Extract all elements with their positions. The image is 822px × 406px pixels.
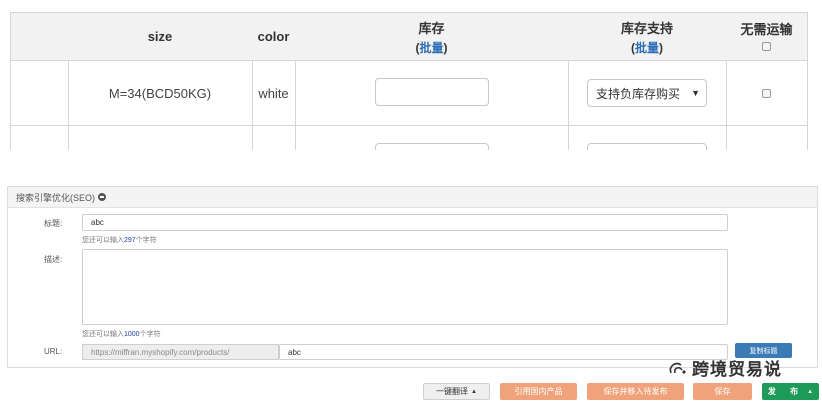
- save-button[interactable]: 保存: [693, 383, 752, 400]
- header-stock: 库存 (批量): [295, 12, 568, 61]
- row-color: [252, 125, 296, 150]
- seo-header[interactable]: 搜索引擎优化(SEO): [8, 187, 817, 208]
- row-empty-cell: [11, 60, 69, 126]
- row-stock-cell: [295, 60, 569, 126]
- desc-hint: 您还可以输入1000个字符: [82, 329, 161, 339]
- header-stock-label: 库存: [418, 20, 445, 36]
- header-color: color: [252, 12, 295, 61]
- url-handle-value: abc: [288, 347, 301, 357]
- seo-title-value: abc: [91, 218, 104, 227]
- header-stock-support-label: 库存支持: [620, 20, 673, 36]
- publish-label: 发 布: [767, 387, 805, 396]
- watermark-text: 跨境贸易说: [692, 360, 782, 379]
- title-hint-count: 297: [124, 237, 136, 244]
- title-hint-prefix: 您还可以输入: [82, 237, 124, 244]
- row-support-cell: [568, 125, 727, 150]
- seo-description-textarea[interactable]: [82, 249, 728, 325]
- row-support-cell: 支持负库存购买 ▼: [568, 60, 727, 126]
- publish-button[interactable]: 发 布 ▲: [762, 383, 819, 400]
- stock-support-select[interactable]: 支持负库存购买 ▼: [587, 79, 707, 107]
- header-empty: [11, 12, 68, 61]
- table-row: [11, 125, 807, 150]
- row-color: white: [252, 60, 296, 126]
- header-stock-support: 库存支持 (批量): [568, 12, 726, 61]
- caret-up-icon: ▲: [471, 388, 477, 395]
- header-no-shipping-label: 无需运输: [740, 22, 793, 37]
- row-empty-cell: [11, 125, 69, 150]
- row-no-shipping-cell: [726, 60, 807, 126]
- stock-input[interactable]: [374, 77, 489, 106]
- watermark: 跨境贸易说: [668, 355, 782, 380]
- url-prefix: https://miffran.myshopify.com/products/: [82, 344, 279, 360]
- desc-hint-count: 1000: [124, 331, 140, 338]
- url-label: URL:: [44, 347, 63, 356]
- row-stock-cell: [295, 125, 569, 150]
- seo-panel: 搜索引擎优化(SEO) 标题: abc 您还可以输入297个字符 描述: 您还可…: [7, 186, 818, 368]
- header-size: size: [68, 12, 252, 61]
- row-size: [68, 125, 253, 150]
- translate-label: 一键翻译: [436, 387, 469, 396]
- no-shipping-all-checkbox[interactable]: [762, 42, 771, 51]
- seo-title-input[interactable]: abc: [82, 214, 728, 231]
- caret-up-icon: ▲: [807, 388, 814, 395]
- stock-support-value: 支持负库存购买: [596, 86, 681, 101]
- header-no-shipping: 无需运输: [726, 12, 807, 61]
- save-move-button[interactable]: 保存并移入待发布: [587, 383, 684, 400]
- row-size: M=34(BCD50KG): [68, 60, 253, 126]
- variant-table: size color 库存 (批量) 库存支持 (批量) 无需运输 M=34(B…: [10, 12, 808, 150]
- url-handle-input[interactable]: abc: [279, 344, 728, 360]
- translate-button[interactable]: 一键翻译 ▲: [423, 383, 490, 400]
- stock-input[interactable]: [374, 142, 489, 150]
- desc-hint-prefix: 您还可以输入: [82, 331, 124, 338]
- stock-support-select[interactable]: [587, 142, 707, 150]
- title-hint-suffix: 个字符: [135, 237, 157, 244]
- stock-batch-link[interactable]: 批量: [419, 41, 443, 55]
- desc-label: 描述:: [44, 255, 63, 264]
- title-hint: 您还可以输入297个字符: [82, 235, 157, 245]
- caret-down-icon: ▼: [691, 88, 700, 98]
- stock-support-batch-link[interactable]: 批量: [635, 41, 659, 55]
- wechat-icon: [669, 362, 686, 374]
- title-label: 标题:: [44, 219, 63, 228]
- reference-product-button[interactable]: 引用国内产品: [500, 383, 577, 400]
- row-no-shipping-cell: [726, 125, 807, 150]
- collapse-icon[interactable]: [98, 193, 107, 201]
- no-shipping-checkbox[interactable]: [762, 88, 772, 98]
- desc-hint-suffix: 个字符: [139, 331, 161, 338]
- table-row: M=34(BCD50KG) white 支持负库存购买 ▼: [11, 60, 807, 126]
- seo-header-label: 搜索引擎优化(SEO): [16, 192, 96, 203]
